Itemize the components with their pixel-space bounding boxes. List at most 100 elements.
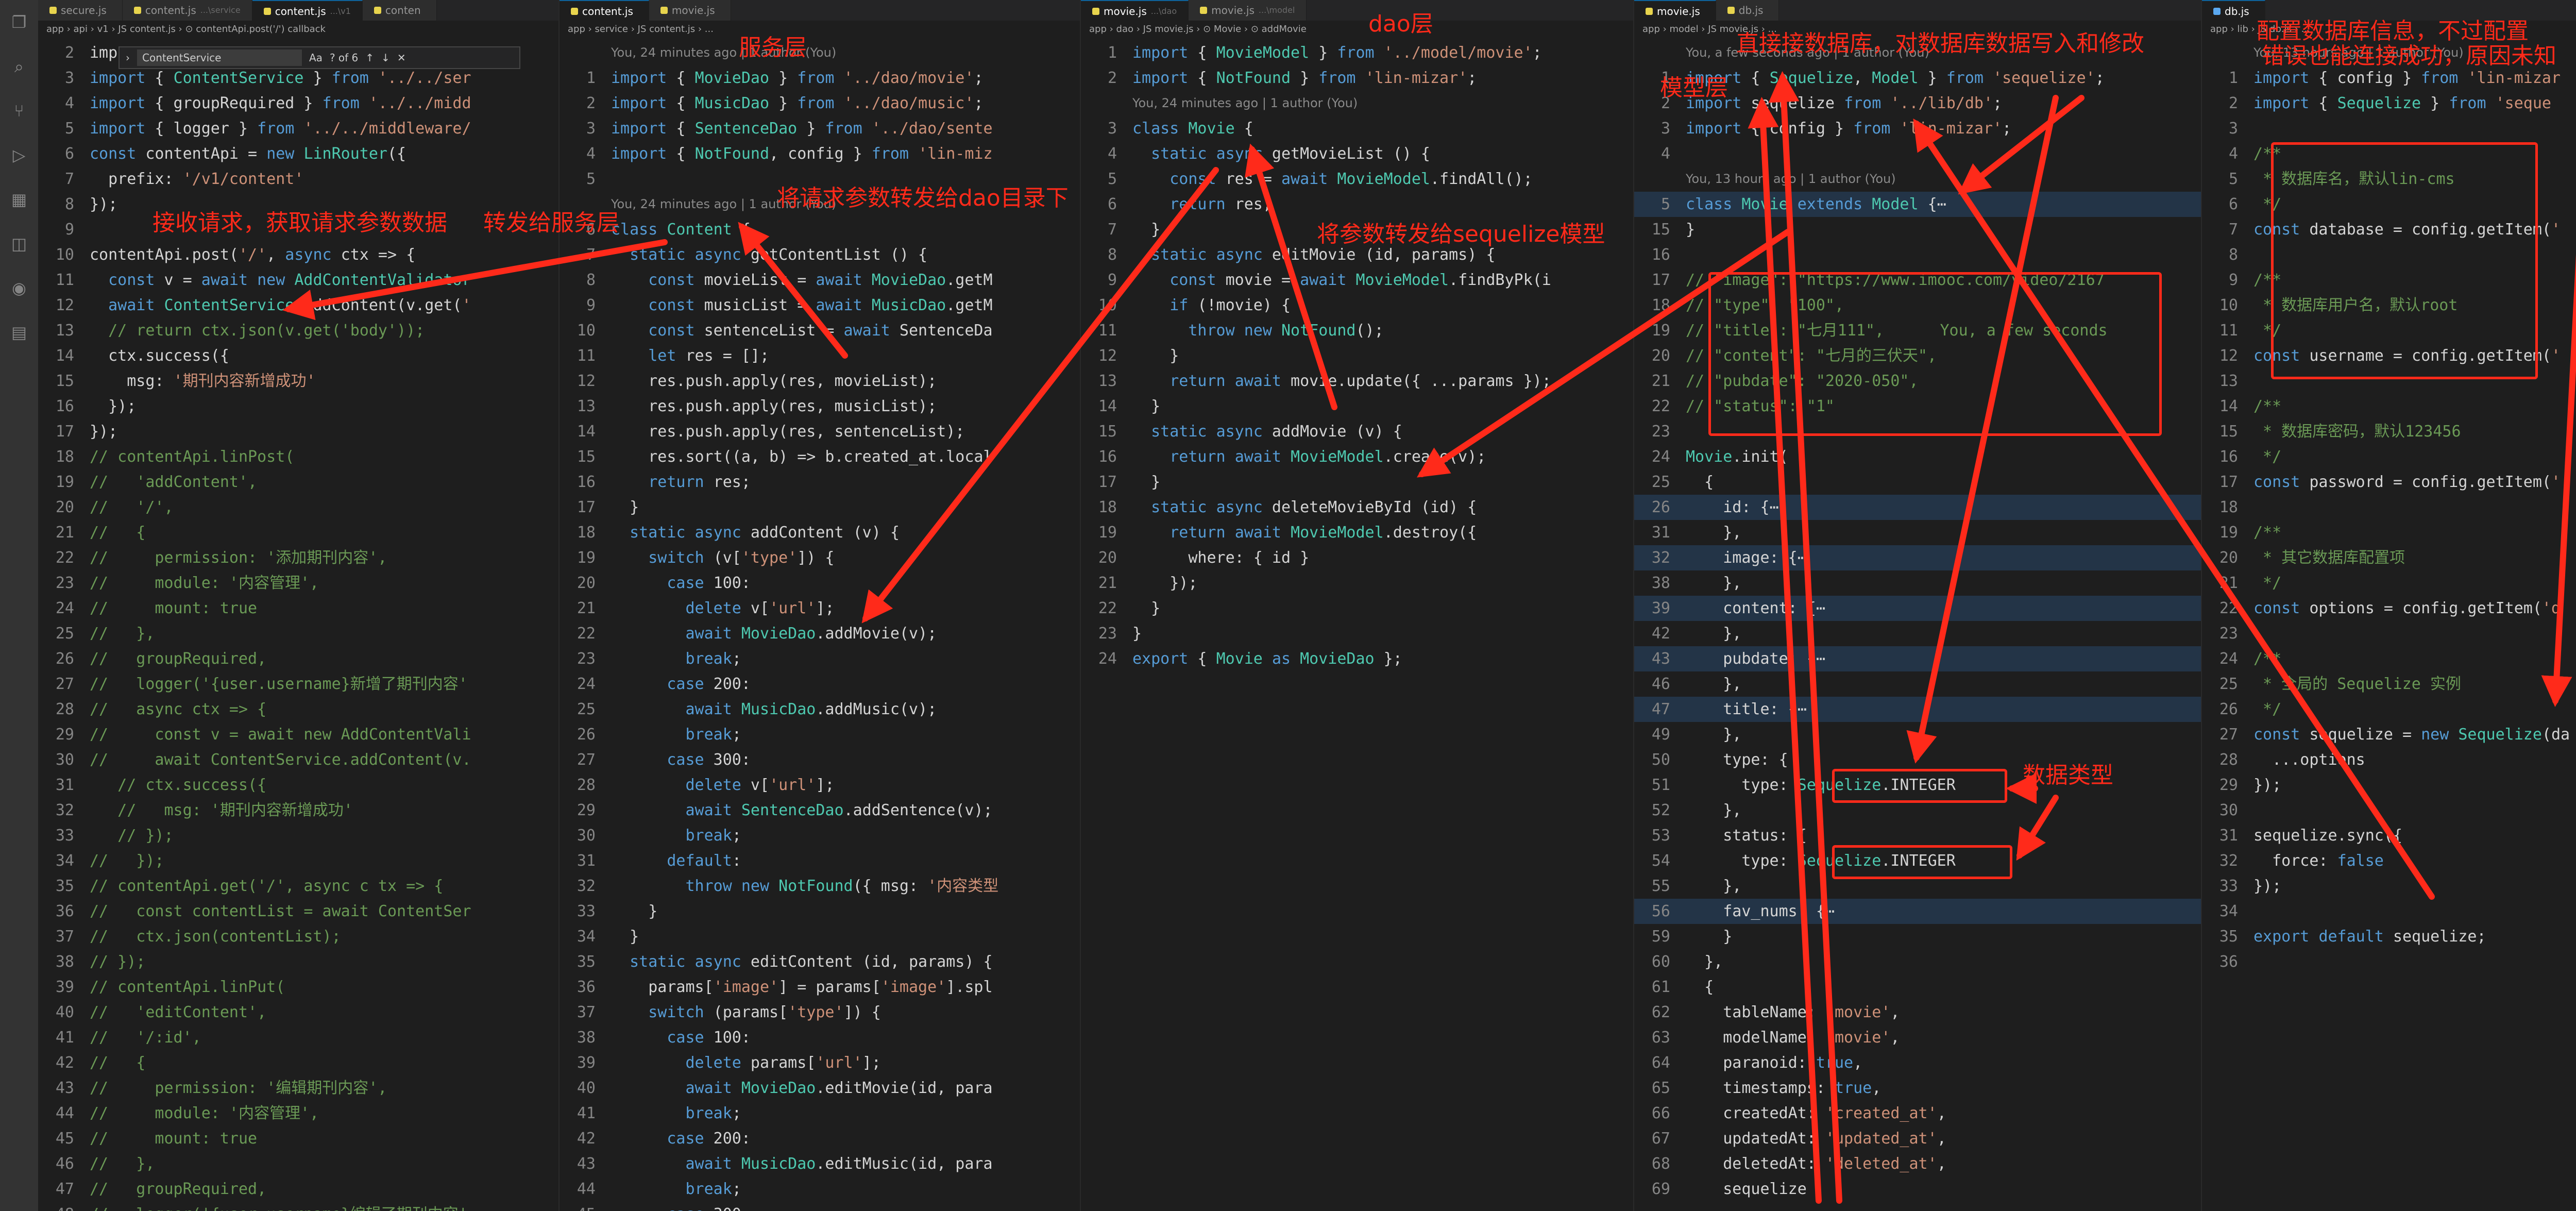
line-number: 27	[577, 751, 596, 769]
code-line: 36	[2202, 949, 2576, 974]
line-number: 22	[577, 625, 596, 643]
tab-path: ...\model	[1258, 5, 1295, 15]
line-text: ...options	[2253, 751, 2365, 769]
code-line: 40 await MovieDao.editMovie(id, para	[560, 1075, 1080, 1101]
code-line: 34	[2202, 899, 2576, 924]
match-case-icon[interactable]: Aa	[309, 52, 323, 64]
code-line: 21 // {	[38, 520, 558, 545]
code-line: 60 },	[1634, 949, 2201, 974]
line-number: 5	[1660, 195, 1670, 213]
code-line: 34 }	[560, 924, 1080, 949]
line-number: 15	[577, 448, 596, 466]
line-text: await MusicDao.editMusic(id, para	[685, 1155, 993, 1173]
extensions-icon[interactable]: ▦	[0, 177, 38, 222]
line-text: */	[2253, 574, 2282, 592]
find-input[interactable]: ContentService	[137, 49, 302, 66]
source-control-icon[interactable]: ⑂	[0, 89, 38, 133]
line-number: 24	[577, 675, 596, 693]
tab-label: conten	[385, 4, 421, 16]
code-line: 11 throw new NotFound();	[1081, 318, 1633, 343]
code-line: 15 * 数据库密码，默认123456	[2202, 419, 2576, 444]
breadcrumb[interactable]: app › service › JS content.js › ...	[560, 22, 1080, 37]
remote-icon[interactable]: ◫	[0, 222, 38, 266]
code-line: 61 {	[1634, 974, 2201, 1000]
line-number: 67	[1651, 1130, 1670, 1148]
tab-bar: content.js movie.js	[560, 0, 1080, 21]
line-number: 12	[2219, 347, 2238, 365]
line-number: 16	[1098, 448, 1117, 466]
line-number: 26	[1651, 498, 1670, 516]
code-editor[interactable]: You, 24 minutes ago | 1 author (You) 1 imp…	[560, 40, 1080, 1211]
js-file-icon	[374, 7, 381, 14]
breadcrumb[interactable]: app › api › v1 › JS content.js › ⊙ conte…	[38, 22, 558, 37]
type-integer-box-2	[1832, 845, 2012, 879]
line-text: Movie.init(	[1686, 448, 1788, 466]
line-number: 43	[577, 1155, 596, 1173]
editor-tab[interactable]: movie.js	[649, 0, 731, 21]
code-line: 15 res.sort((a, b) => b.created_at.local	[560, 444, 1080, 469]
code-line: 9 const musicList = await MusicDao.getM	[560, 293, 1080, 318]
find-expand-icon[interactable]: ›	[126, 52, 130, 64]
find-close-icon[interactable]: ✕	[397, 52, 406, 64]
line-number: 38	[1651, 574, 1670, 592]
editor-tab[interactable]: movie.js ...\model	[1189, 0, 1307, 21]
run-debug-icon[interactable]: ▷	[0, 133, 38, 177]
code-editor[interactable]: You, a few seconds ago | 1 author (You) 1…	[1634, 40, 2201, 1211]
editor-tab[interactable]: content.js ...\v1	[252, 0, 363, 21]
editor-tab[interactable]: movie.js ...\dao	[1081, 0, 1189, 21]
line-text: static async deleteMovieById (id) {	[1151, 498, 1477, 516]
line-text: // ctx.json(contentList);	[90, 928, 341, 946]
docker-icon[interactable]: ◉	[0, 266, 38, 310]
code-line: 26 */	[2202, 697, 2576, 722]
editor-tab[interactable]: secure.js	[38, 0, 123, 21]
line-number: 24	[1098, 650, 1117, 668]
line-text: delete v['url'];	[685, 776, 835, 794]
breadcrumb[interactable]: app › dao › JS movie.js › ⊙ Movie › ⊙ ad…	[1081, 22, 1633, 37]
line-text: case 200:	[667, 675, 751, 693]
line-text: {	[1686, 978, 1714, 996]
editor-tab[interactable]: db.js	[1716, 0, 1780, 21]
line-number: 25	[577, 700, 596, 718]
editor-tab[interactable]: db.js	[2202, 0, 2265, 21]
line-number: 59	[1651, 928, 1670, 946]
js-file-icon	[49, 7, 57, 14]
line-number: 23	[2219, 625, 2238, 643]
line-text: // });	[90, 953, 146, 971]
line-text: msg: '期刊内容新增成功'	[90, 372, 316, 390]
line-text: // const v = await new AddContentVali	[90, 726, 471, 744]
database-icon[interactable]: ▤	[0, 310, 38, 355]
files-icon[interactable]: ❐	[0, 0, 38, 44]
line-number: 32	[1651, 549, 1670, 567]
code-line: 41 break;	[560, 1101, 1080, 1126]
code-line: 27 // logger('{user.username}新增了期刊内容'	[38, 671, 558, 697]
code-line: 11 const v = await new AddContentValidat…	[38, 267, 558, 293]
line-text: const sentenceList = await SentenceDa	[648, 322, 993, 340]
line-text: throw new NotFound({ msg: '内容类型	[685, 877, 999, 895]
annotation-service-layer: 服务层	[739, 35, 807, 61]
line-number: 28	[2219, 751, 2238, 769]
code-line: 25 await MusicDao.addMusic(v);	[560, 697, 1080, 722]
code-line: 18 // contentApi.linPost(	[38, 444, 558, 469]
code-line: 5 import { logger } from '../../middlewar…	[38, 116, 558, 141]
code-line: 17});	[38, 419, 558, 444]
editor-tab[interactable]: conten	[362, 0, 437, 21]
code-line: 29});	[2202, 772, 2576, 798]
search-icon[interactable]: ⌕	[0, 44, 38, 89]
line-number: 40	[577, 1079, 596, 1097]
code-line: 44 break;	[560, 1176, 1080, 1202]
editor-tab[interactable]: content.js	[560, 0, 649, 21]
line-text: res.sort((a, b) => b.created_at.local	[611, 448, 993, 466]
line-number: 7	[64, 170, 74, 188]
line-number: 45	[560, 1202, 611, 1211]
line-text: // });	[90, 852, 164, 870]
find-prev-icon[interactable]: ↑	[365, 52, 374, 64]
editor-tab[interactable]: content.js ...\service	[122, 0, 252, 21]
line-number: 33	[577, 902, 596, 920]
line-number: 17	[2219, 473, 2238, 491]
line-number: 25	[2219, 675, 2238, 693]
find-next-icon[interactable]: ↓	[381, 52, 390, 64]
find-widget[interactable]: › ContentService Aa ? of 6 ↑ ↓ ✕	[118, 46, 520, 69]
js-file-icon	[2213, 8, 2221, 15]
line-number: 21	[55, 524, 74, 542]
editor-tab[interactable]: movie.js	[1634, 0, 1716, 21]
